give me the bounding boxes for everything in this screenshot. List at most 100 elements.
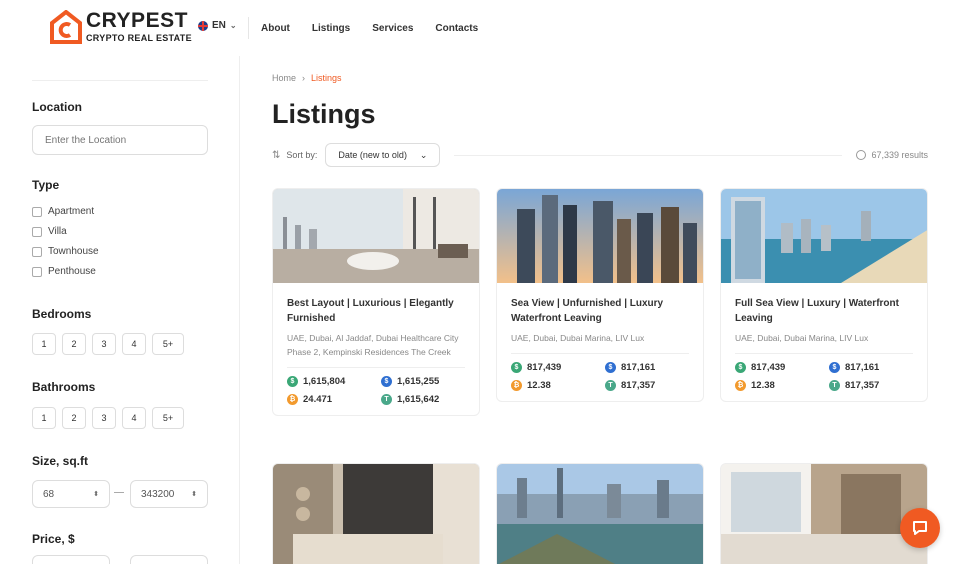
type-label: Apartment xyxy=(48,206,95,217)
listing-title[interactable]: Sea View | Unfurnished | Luxury Waterfro… xyxy=(511,296,689,326)
brand[interactable]: CRYPEST CRYPTO REAL ESTATE xyxy=(86,9,192,44)
sort-bar: ⇅ Sort by: Date (new to old) ⌄ 67,339 re… xyxy=(272,143,928,167)
type-label: Villa xyxy=(48,226,67,237)
main-content: Home › Listings Listings ⇅ Sort by: Date… xyxy=(240,56,960,564)
listing-card[interactable] xyxy=(720,463,928,564)
chat-icon xyxy=(913,521,927,535)
listing-photo[interactable] xyxy=(497,189,704,283)
price-value: 817,161 xyxy=(621,362,656,373)
listing-photo[interactable] xyxy=(721,189,928,283)
bathrooms-option-2[interactable]: 2 xyxy=(62,407,86,429)
sidebar-divider xyxy=(32,80,208,81)
price-usdt: T 817,357 xyxy=(829,380,923,391)
listing-address: UAE, Dubai, Al Jaddaf, Dubai Healthcare … xyxy=(287,333,459,357)
listing-photo[interactable] xyxy=(273,189,480,283)
checkbox[interactable] xyxy=(32,246,42,257)
bathrooms-option-3[interactable]: 3 xyxy=(92,407,116,429)
bedrooms-option-2[interactable]: 2 xyxy=(62,333,86,355)
size-max-input[interactable]: 343200 ⬍ xyxy=(130,480,208,508)
listing-photo[interactable] xyxy=(497,464,704,564)
stepper-icon[interactable]: ⬍ xyxy=(93,490,99,498)
price-usdt: T 817,357 xyxy=(605,380,699,391)
price-value: 1,615,642 xyxy=(397,394,440,405)
price-max-input[interactable] xyxy=(130,555,208,564)
price-value: 12.38 xyxy=(751,380,775,391)
nav-about[interactable]: About xyxy=(261,23,290,34)
type-apartment-checkbox[interactable]: Apartment xyxy=(32,206,94,217)
price-usd: $1,615,804 xyxy=(287,376,381,387)
language-selector[interactable]: EN ⌄ xyxy=(198,20,237,31)
chevron-right-icon: › xyxy=(302,73,306,83)
bathrooms-option-1[interactable]: 1 xyxy=(32,407,56,429)
nav-services[interactable]: Services xyxy=(372,23,413,34)
bedrooms-option-4[interactable]: 4 xyxy=(122,333,146,355)
sort-divider xyxy=(454,154,843,156)
listing-title[interactable]: Best Layout | Luxurious | Elegantly Furn… xyxy=(287,296,465,326)
nav-divider xyxy=(248,17,249,39)
sort-icon: ⇅ xyxy=(272,149,281,161)
card-divider xyxy=(735,353,913,354)
bathrooms-option-5plus[interactable]: 5+ xyxy=(152,407,184,429)
breadcrumb-home[interactable]: Home xyxy=(272,73,296,83)
price-value: 817,439 xyxy=(751,362,786,373)
listing-photo[interactable] xyxy=(273,464,480,564)
uk-flag-icon xyxy=(198,20,208,31)
listing-card[interactable] xyxy=(272,463,480,564)
bedrooms-title: Bedrooms xyxy=(32,307,92,321)
price-title: Price, $ xyxy=(32,532,75,546)
nav-contacts[interactable]: Contacts xyxy=(435,23,478,34)
price-value: 24.471 xyxy=(303,394,333,405)
brand-name: CRYPEST xyxy=(86,9,188,32)
checkbox[interactable] xyxy=(32,226,42,237)
listing-photo[interactable] xyxy=(721,464,928,564)
stepper-icon[interactable]: ⬍ xyxy=(191,490,197,498)
price-value: 817,161 xyxy=(845,362,880,373)
price-btc: ₿ 12.38 xyxy=(735,380,829,391)
location-input[interactable] xyxy=(32,125,208,155)
listing-address: UAE, Dubai, Dubai Marina, LIV Lux xyxy=(735,333,869,343)
listing-title[interactable]: Full Sea View | Luxury | Waterfront Leav… xyxy=(735,296,913,326)
logo-icon[interactable] xyxy=(50,10,82,44)
checkbox[interactable] xyxy=(32,266,42,277)
listing-card[interactable]: Full Sea View | Luxury | Waterfront Leav… xyxy=(720,188,928,402)
size-min-input[interactable]: 68 ⬍ xyxy=(32,480,110,508)
chevron-down-icon: ⌄ xyxy=(419,149,428,160)
chat-button[interactable] xyxy=(900,508,940,548)
bedrooms-option-1[interactable]: 1 xyxy=(32,333,56,355)
listing-card[interactable]: Sea View | Unfurnished | Luxury Waterfro… xyxy=(496,188,704,402)
tether-icon: T xyxy=(829,380,840,391)
price-btc: ₿ 12.38 xyxy=(511,380,605,391)
header: CRYPEST CRYPTO REAL ESTATE EN ⌄ About Li… xyxy=(0,0,960,56)
filters-sidebar: Location Type Apartment Villa Townhouse … xyxy=(0,56,240,564)
nav-listings[interactable]: Listings xyxy=(312,23,350,34)
price-usdc: $1,615,255 xyxy=(381,376,475,387)
bedrooms-option-3[interactable]: 3 xyxy=(92,333,116,355)
language-label: EN xyxy=(212,20,226,31)
bitcoin-icon: ₿ xyxy=(511,380,522,391)
card-divider xyxy=(287,367,465,368)
price-btc: ₿ 24.471 xyxy=(287,394,381,405)
price-usdc: $817,161 xyxy=(829,362,923,373)
sort-label: Sort by: xyxy=(286,150,318,160)
sort-select[interactable]: Date (new to old) ⌄ xyxy=(325,143,441,167)
listing-card[interactable]: Best Layout | Luxurious | Elegantly Furn… xyxy=(272,188,480,416)
type-townhouse-checkbox[interactable]: Townhouse xyxy=(32,246,99,257)
type-penthouse-checkbox[interactable]: Penthouse xyxy=(32,266,96,277)
type-villa-checkbox[interactable]: Villa xyxy=(32,226,67,237)
size-min-value: 68 xyxy=(43,488,55,500)
checkbox[interactable] xyxy=(32,206,42,217)
chevron-down-icon: ⌄ xyxy=(229,21,237,30)
dollar-coin-icon: $ xyxy=(735,362,746,373)
bathrooms-option-4[interactable]: 4 xyxy=(122,407,146,429)
price-usdt: T 1,615,642 xyxy=(381,394,475,405)
price-value: 817,357 xyxy=(621,380,656,391)
dollar-coin-icon: $ xyxy=(511,362,522,373)
price-min-input[interactable] xyxy=(32,555,110,564)
dollar-coin-icon: $ xyxy=(287,376,298,387)
bedrooms-option-5plus[interactable]: 5+ xyxy=(152,333,184,355)
listing-card[interactable] xyxy=(496,463,704,564)
price-usd: $817,439 xyxy=(511,362,605,373)
results-text: 67,339 results xyxy=(871,150,928,160)
breadcrumb: Home › Listings xyxy=(272,73,342,83)
size-max-value: 343200 xyxy=(141,488,175,500)
